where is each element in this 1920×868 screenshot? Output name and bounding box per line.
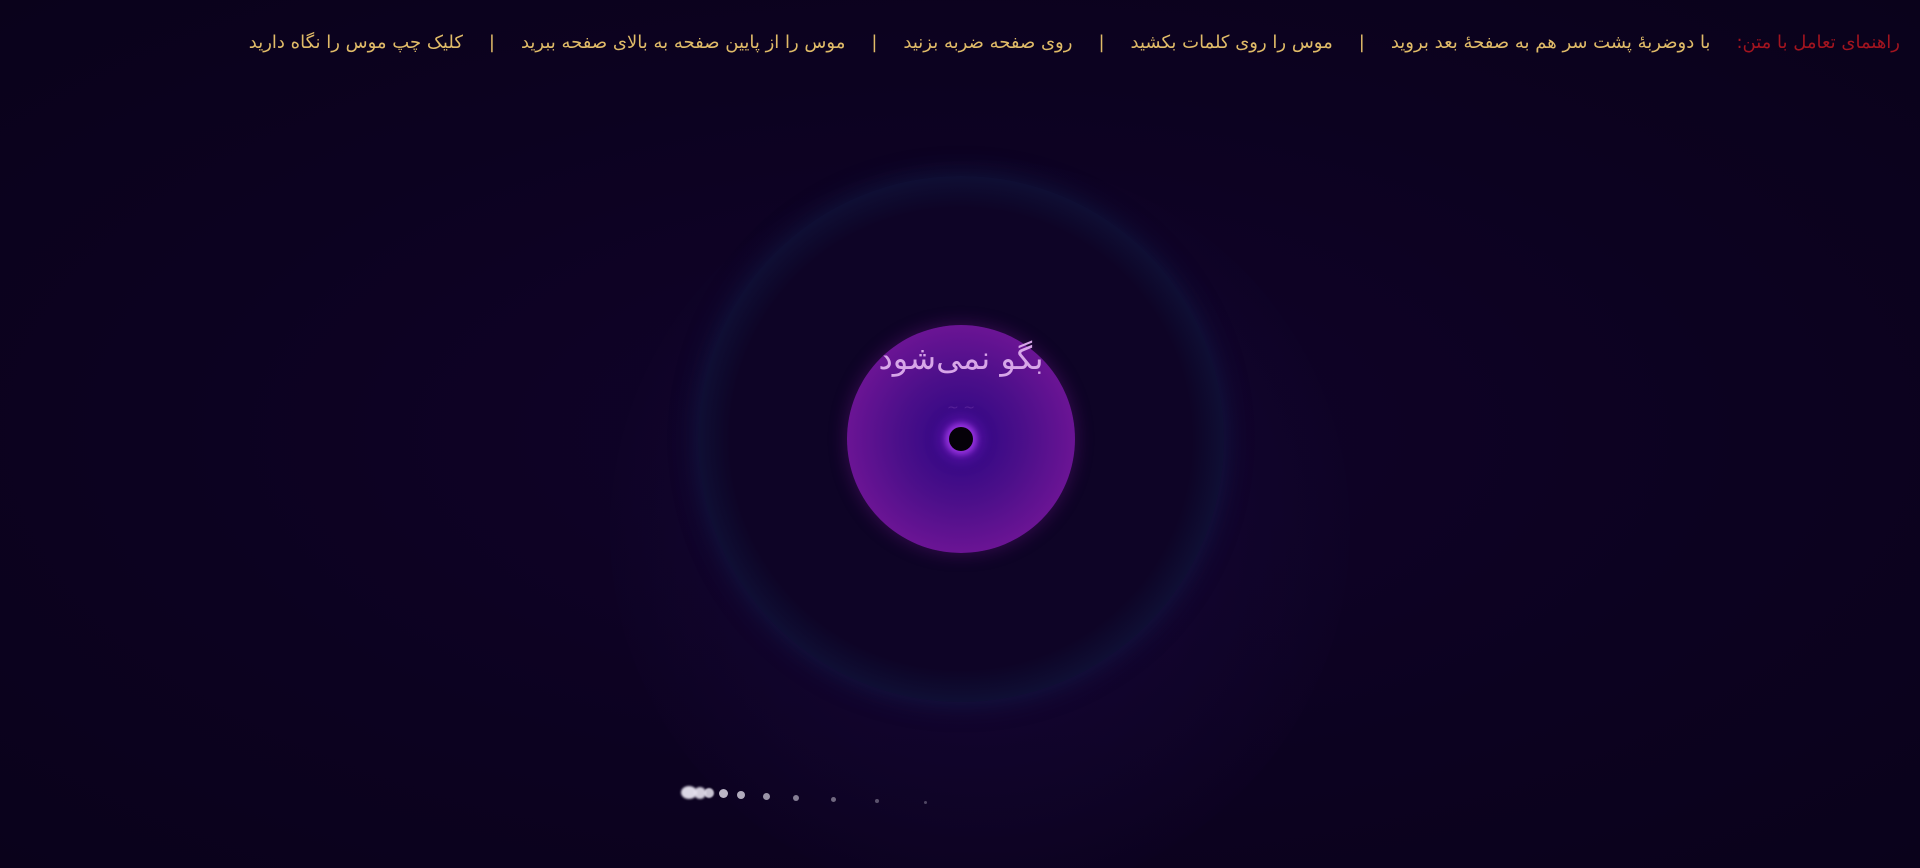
center-core-dot	[949, 427, 973, 451]
trail-dot	[924, 801, 927, 804]
guide-separator: |	[1358, 31, 1365, 53]
trail-dot	[719, 789, 728, 798]
guide-item-hold-left-click: کلیک چپ موس را نگاه دارید	[248, 31, 463, 53]
guide-title: راهنمای تعامل با متن:	[1736, 31, 1900, 53]
guide-separator: |	[488, 31, 495, 53]
interactive-canvas[interactable]: راهنمای تعامل با متن: با دوضربهٔ پشت سر …	[0, 0, 1920, 868]
trail-dot	[704, 788, 714, 798]
interaction-guide-bar: راهنمای تعامل با متن: با دوضربهٔ پشت سر …	[180, 28, 1900, 56]
guide-separator: |	[871, 31, 878, 53]
trail-dot	[831, 797, 836, 802]
center-word[interactable]: بگو نمی‌شود	[811, 339, 1111, 377]
trail-dot	[875, 799, 879, 803]
guide-item-double-tap: با دوضربهٔ پشت سر هم به صفحهٔ بعد بروید	[1390, 31, 1711, 53]
faded-word-ghost: ~ ~	[947, 400, 975, 416]
guide-item-tap-screen: روی صفحه ضربه بزنید	[903, 31, 1073, 53]
trail-dot	[737, 791, 745, 799]
guide-item-move-mouse-up: موس را از پایین صفحه به بالای صفحه ببرید	[520, 31, 846, 53]
trail-dot	[793, 795, 799, 801]
guide-item-drag-over-words: موس را روی کلمات بکشید	[1130, 31, 1333, 53]
guide-separator: |	[1098, 31, 1105, 53]
trail-dot	[763, 793, 770, 800]
